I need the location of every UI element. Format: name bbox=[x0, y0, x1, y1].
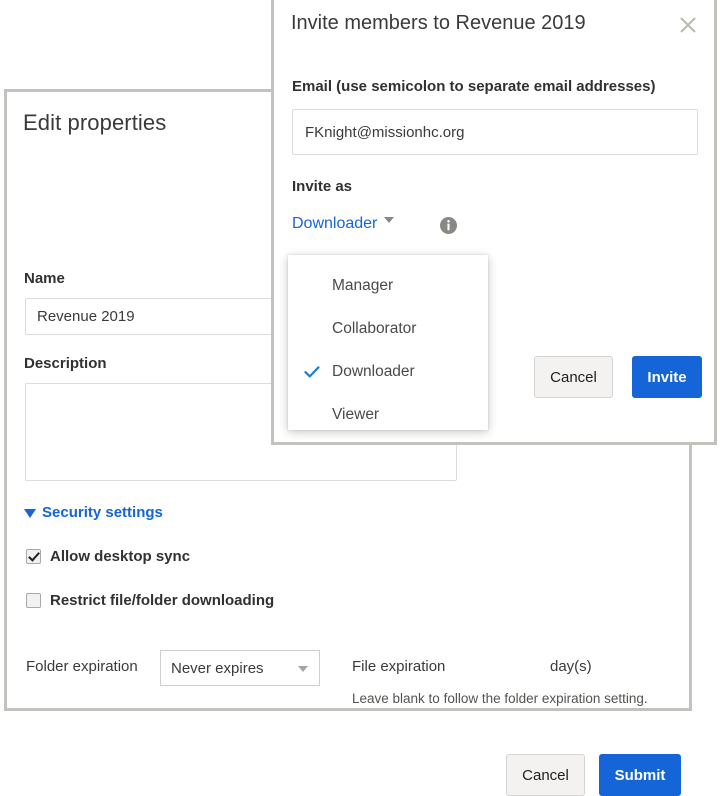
folder-expiration-label: Folder expiration bbox=[26, 658, 138, 675]
info-icon[interactable] bbox=[440, 217, 457, 234]
invite-role-value: Downloader bbox=[292, 215, 378, 232]
file-expiration-label: File expiration bbox=[352, 658, 446, 675]
allow-desktop-sync-label: Allow desktop sync bbox=[50, 548, 191, 565]
email-field[interactable] bbox=[292, 109, 698, 155]
invite-button[interactable]: Invite bbox=[632, 356, 702, 398]
role-option-collaborator[interactable]: Collaborator bbox=[288, 307, 488, 350]
invite-as-label: Invite as bbox=[292, 178, 353, 195]
role-option-label: Downloader bbox=[332, 362, 415, 380]
invite-role-dropdown[interactable]: Downloader bbox=[292, 215, 395, 233]
file-expiration-input[interactable] bbox=[470, 653, 542, 679]
description-label: Description bbox=[24, 355, 107, 372]
file-expiration-hint: Leave blank to follow the folder expirat… bbox=[352, 691, 648, 706]
allow-desktop-sync-row[interactable]: Allow desktop sync bbox=[26, 548, 190, 565]
file-expiration-unit: day(s) bbox=[550, 658, 592, 675]
folder-expiration-value: Never expires bbox=[171, 659, 264, 677]
email-label: Email (use semicolon to separate email a… bbox=[292, 78, 656, 95]
security-settings-label: Security settings bbox=[42, 504, 163, 521]
role-option-label: Manager bbox=[332, 276, 394, 294]
cancel-button[interactable]: Cancel bbox=[506, 754, 585, 796]
chevron-down-icon bbox=[24, 509, 36, 518]
allow-desktop-sync-checkbox[interactable] bbox=[26, 549, 41, 564]
restrict-downloading-label: Restrict file/folder downloading bbox=[50, 592, 275, 609]
security-settings-toggle[interactable]: Security settings bbox=[24, 504, 163, 521]
role-option-manager[interactable]: Manager bbox=[288, 264, 488, 307]
close-icon[interactable] bbox=[672, 9, 704, 41]
page-title: Edit properties bbox=[23, 110, 167, 135]
restrict-downloading-checkbox[interactable] bbox=[26, 593, 41, 608]
folder-expiration-select[interactable]: Never expires bbox=[160, 650, 320, 686]
invite-dialog-title: Invite members to Revenue 2019 bbox=[291, 12, 586, 34]
submit-button[interactable]: Submit bbox=[599, 754, 681, 796]
role-option-downloader[interactable]: Downloader bbox=[288, 350, 488, 393]
restrict-downloading-row[interactable]: Restrict file/folder downloading bbox=[26, 592, 274, 609]
role-dropdown-menu: Manager Collaborator Downloader Viewer bbox=[288, 255, 488, 430]
name-label: Name bbox=[24, 270, 65, 287]
role-option-viewer[interactable]: Viewer bbox=[288, 393, 488, 436]
chevron-down-icon bbox=[298, 666, 308, 672]
invite-cancel-button[interactable]: Cancel bbox=[534, 356, 613, 398]
role-option-label: Viewer bbox=[332, 405, 380, 423]
role-option-label: Collaborator bbox=[332, 319, 417, 337]
chevron-down-icon bbox=[384, 217, 395, 223]
checkmark-icon bbox=[304, 364, 320, 380]
